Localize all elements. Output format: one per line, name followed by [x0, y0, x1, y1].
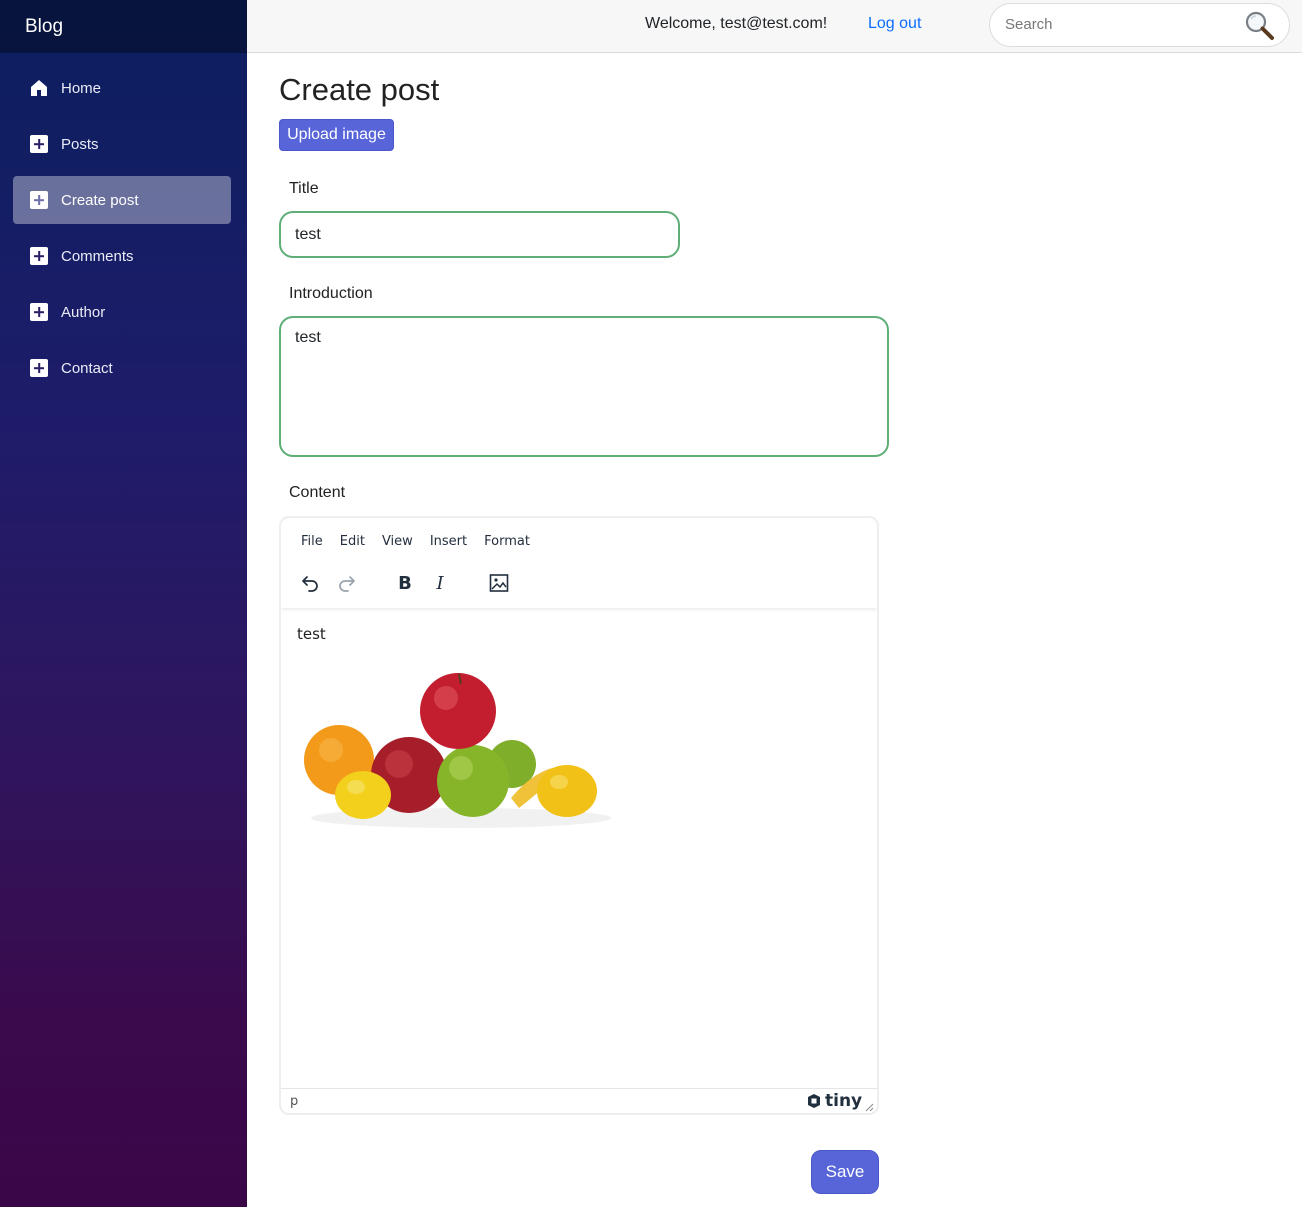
resize-handle-icon[interactable] — [864, 1099, 874, 1113]
title-input[interactable]: test — [279, 211, 680, 258]
redo-icon[interactable] — [332, 568, 362, 598]
sidebar-item-label: Author — [61, 303, 106, 321]
sidebar: Blog Home Posts Create post Comments Aut… — [0, 0, 247, 1207]
editor-menubar: File Edit View Insert Format — [293, 532, 539, 551]
sidebar-item-posts[interactable]: Posts — [13, 120, 231, 168]
editor-body[interactable]: test — [281, 608, 877, 1088]
image-icon[interactable] — [484, 568, 514, 598]
logout-link[interactable]: Log out — [868, 15, 921, 33]
sidebar-nav: Home Posts Create post Comments Author C… — [0, 53, 247, 392]
home-icon — [30, 79, 48, 97]
title-label: Title — [289, 180, 319, 197]
rich-text-editor: File Edit View Insert Format B I test p … — [279, 516, 879, 1115]
plus-square-icon — [30, 247, 48, 265]
element-path[interactable]: p — [290, 1094, 298, 1109]
introduction-label: Introduction — [289, 285, 373, 302]
plus-square-icon — [30, 359, 48, 377]
welcome-message: Welcome, test@test.com! — [645, 15, 828, 32]
menu-view[interactable]: View — [374, 532, 421, 551]
sidebar-item-comments[interactable]: Comments — [13, 232, 231, 280]
editor-paragraph: test — [297, 625, 326, 643]
fruit-image[interactable] — [301, 668, 611, 833]
menu-insert[interactable]: Insert — [422, 532, 475, 551]
upload-image-button[interactable]: Upload image — [279, 119, 394, 151]
tiny-brand-label: tiny — [825, 1091, 863, 1111]
plus-square-icon — [30, 303, 48, 321]
save-button[interactable]: Save — [811, 1150, 879, 1194]
sidebar-item-label: Home — [61, 79, 102, 97]
magnifier-icon[interactable] — [1244, 10, 1276, 42]
editor-statusbar: p tiny — [281, 1088, 877, 1113]
tiny-logo[interactable]: tiny — [806, 1091, 862, 1111]
menu-file[interactable]: File — [293, 532, 331, 551]
editor-header: File Edit View Insert Format B I — [281, 518, 877, 608]
sidebar-item-create-post[interactable]: Create post — [13, 176, 231, 224]
sidebar-item-home[interactable]: Home — [13, 64, 231, 112]
sidebar-item-contact[interactable]: Contact — [13, 344, 231, 392]
plus-square-icon — [30, 135, 48, 153]
brand-bar: Blog — [0, 0, 247, 53]
page-title: Create post — [279, 72, 440, 107]
brand-logo[interactable]: Blog — [25, 16, 63, 38]
menu-edit[interactable]: Edit — [332, 532, 373, 551]
menu-format[interactable]: Format — [476, 532, 538, 551]
content-label: Content — [289, 484, 346, 501]
sidebar-item-label: Create post — [61, 191, 139, 209]
sidebar-item-author[interactable]: Author — [13, 288, 231, 336]
undo-icon[interactable] — [295, 568, 325, 598]
search-input[interactable] — [1005, 16, 1235, 33]
sidebar-item-label: Posts — [61, 135, 99, 153]
plus-square-icon — [30, 191, 48, 209]
top-bar: Welcome, test@test.com! Log out — [247, 0, 1302, 53]
bold-icon[interactable]: B — [390, 568, 420, 598]
sidebar-item-label: Comments — [61, 247, 134, 265]
introduction-textarea[interactable]: test — [279, 316, 889, 457]
italic-icon[interactable]: I — [425, 568, 455, 598]
sidebar-item-label: Contact — [61, 359, 113, 377]
search-box — [989, 3, 1290, 47]
